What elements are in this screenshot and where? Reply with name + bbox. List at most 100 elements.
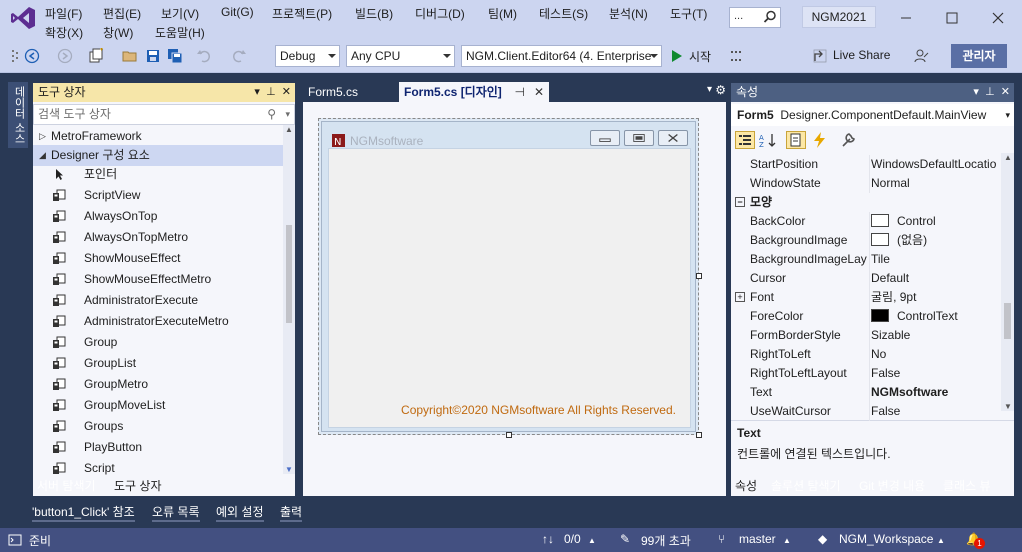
tab-exception-settings[interactable]: 예외 설정 <box>216 502 264 522</box>
solution-platform-combo[interactable]: Any CPU <box>346 45 455 67</box>
menu-extensions[interactable]: 확장(X) <box>45 24 83 41</box>
data-sources-side-tab[interactable]: 데이터 소스 <box>8 82 28 148</box>
menu-file[interactable]: 파일(F) <box>45 5 82 22</box>
admin-badge[interactable]: 관리자 <box>951 44 1007 68</box>
tab-form5-code[interactable]: Form5.cs <box>303 82 363 102</box>
column-divider[interactable] <box>869 250 870 269</box>
pending-changes-label[interactable]: 99개 초과 <box>641 532 691 549</box>
toolbox-item[interactable]: ShowMouseEffectMetro <box>33 269 283 290</box>
tab-list-dropdown-icon[interactable]: ▾ <box>707 84 712 95</box>
resize-handle-right[interactable] <box>696 273 702 279</box>
close-icon[interactable] <box>988 8 1008 28</box>
menu-project[interactable]: 프로젝트(P) <box>272 5 332 22</box>
toolbox-search-input[interactable]: 검색 도구 상자 ⚲ ▾ <box>33 104 295 125</box>
scrollbar-thumb[interactable] <box>1004 303 1011 339</box>
property-row[interactable]: BackgroundImageLayout Tile <box>731 250 1001 269</box>
designed-form[interactable]: N NGMsoftware Copyright©2020 NGMsoftware… <box>318 118 699 435</box>
property-value-cell[interactable]: ControlText <box>871 307 1001 326</box>
navigate-forward-icon[interactable] <box>57 48 73 64</box>
property-value-cell[interactable]: NGMsoftware <box>871 383 1001 402</box>
toolbox-item[interactable]: PlayButton <box>33 437 283 458</box>
close-panel-icon[interactable]: ✕ <box>282 86 291 98</box>
property-value-cell[interactable]: Default <box>871 269 1001 288</box>
solution-name-badge[interactable]: NGM2021 <box>802 6 876 28</box>
minimize-icon[interactable] <box>896 8 916 28</box>
start-debug-icon[interactable] <box>669 48 685 64</box>
solution-configuration-combo[interactable]: Debug <box>275 45 340 67</box>
column-divider[interactable] <box>869 212 870 231</box>
property-value-cell[interactable]: False <box>871 402 1001 421</box>
toolbox-item[interactable]: AdministratorExecuteMetro <box>33 311 283 332</box>
column-divider[interactable] <box>869 155 870 174</box>
property-value-cell[interactable]: No <box>871 345 1001 364</box>
property-value-cell[interactable]: Normal <box>871 174 1001 193</box>
menu-window[interactable]: 창(W) <box>103 24 133 41</box>
toolbox-item[interactable]: AdministratorExecute <box>33 290 283 311</box>
column-divider[interactable] <box>869 326 870 345</box>
property-row[interactable]: Text NGMsoftware <box>731 383 1001 402</box>
toolbox-item[interactable]: GroupMetro <box>33 374 283 395</box>
property-pages-icon[interactable] <box>839 131 859 149</box>
tab-output[interactable]: 출력 <box>280 502 303 522</box>
tab-properties[interactable]: 속성 <box>731 476 762 496</box>
pin-icon[interactable]: ⊣ <box>515 82 525 102</box>
menu-team[interactable]: 팀(M) <box>488 5 517 22</box>
column-divider[interactable] <box>869 364 870 383</box>
toolbox-item[interactable]: AlwaysOnTopMetro <box>33 227 283 248</box>
visual-studio-logo-icon[interactable] <box>10 6 36 30</box>
property-row[interactable]: BackColor Control <box>731 212 1001 231</box>
toolbox-item[interactable]: ScriptView <box>33 185 283 206</box>
menu-analyze[interactable]: 분석(N) <box>609 5 648 22</box>
tab-toolbox[interactable]: 도구 상자 <box>110 476 166 496</box>
close-panel-icon[interactable]: ✕ <box>1001 86 1010 98</box>
open-file-icon[interactable] <box>122 48 138 64</box>
alphabetical-icon[interactable]: AZ <box>758 131 778 149</box>
dropdown-arrow-icon[interactable]: ▾ <box>973 86 979 98</box>
tab-class-view[interactable]: 클래스 뷰 <box>939 476 995 496</box>
redo-icon[interactable] <box>231 48 247 64</box>
column-divider[interactable] <box>869 231 870 250</box>
properties-scrollbar[interactable]: ▲ ▼ <box>1001 153 1014 411</box>
maximize-icon[interactable] <box>942 8 962 28</box>
startup-project-combo[interactable]: NGM.Client.Editor64 (4. Enterprise <box>461 45 662 67</box>
property-row[interactable]: UseWaitCursor False <box>731 402 1001 421</box>
property-value-cell[interactable]: 굴림, 9pt <box>871 288 1001 307</box>
scrollbar-thumb[interactable] <box>286 225 292 323</box>
property-row[interactable]: Cursor Default <box>731 269 1001 288</box>
tab-server-explorer[interactable]: 서버 탐색기 <box>33 476 100 496</box>
copyright-label[interactable]: Copyright©2020 NGMsoftware All Rights Re… <box>401 403 676 417</box>
search-box[interactable]: ... <box>729 7 781 28</box>
save-icon[interactable] <box>145 48 161 64</box>
dropdown-arrow-icon[interactable]: ▾ <box>254 86 260 98</box>
chevron-up-icon[interactable]: ▲ <box>783 536 791 545</box>
toolbox-item[interactable]: ShowMouseEffect <box>33 248 283 269</box>
navigate-back-icon[interactable] <box>24 48 40 64</box>
menu-view[interactable]: 보기(V) <box>161 5 199 22</box>
property-row[interactable]: RightToLeftLayout False <box>731 364 1001 383</box>
toolbox-item[interactable]: Group <box>33 332 283 353</box>
toolbox-item[interactable]: GroupList <box>33 353 283 374</box>
property-row[interactable]: RightToLeft No <box>731 345 1001 364</box>
toolbox-scrollbar[interactable]: ▲ ▼ <box>283 125 295 474</box>
tab-git-changes[interactable]: Git 변경 내용 <box>855 476 929 496</box>
expand-icon[interactable]: + <box>735 292 745 302</box>
menu-debug[interactable]: 디버그(D) <box>415 5 465 22</box>
feedback-icon[interactable] <box>913 48 929 64</box>
tab-form5-designer[interactable]: Form5.cs [디자인] ⊣ ✕ <box>399 82 549 102</box>
chevron-down-icon[interactable]: ▾ <box>285 105 290 124</box>
tab-error-list[interactable]: 오류 목록 <box>152 502 200 522</box>
toolbox-item[interactable]: 포인터 <box>33 164 283 185</box>
menu-help[interactable]: 도움말(H) <box>155 24 205 41</box>
property-row[interactable]: BackgroundImage (없음) <box>731 231 1001 250</box>
column-divider[interactable] <box>869 307 870 326</box>
properties-icon[interactable] <box>786 131 806 149</box>
property-value-cell[interactable]: Control <box>871 212 1001 231</box>
collapse-icon[interactable]: − <box>735 197 745 207</box>
hot-reload-icon[interactable] <box>729 48 745 64</box>
new-project-icon[interactable] <box>88 48 104 64</box>
settings-gear-icon[interactable]: ⚙ <box>715 83 726 97</box>
close-tab-icon[interactable]: ✕ <box>534 82 544 102</box>
events-icon[interactable] <box>810 131 830 149</box>
resize-handle-corner[interactable] <box>696 432 702 438</box>
column-divider[interactable] <box>869 402 870 421</box>
